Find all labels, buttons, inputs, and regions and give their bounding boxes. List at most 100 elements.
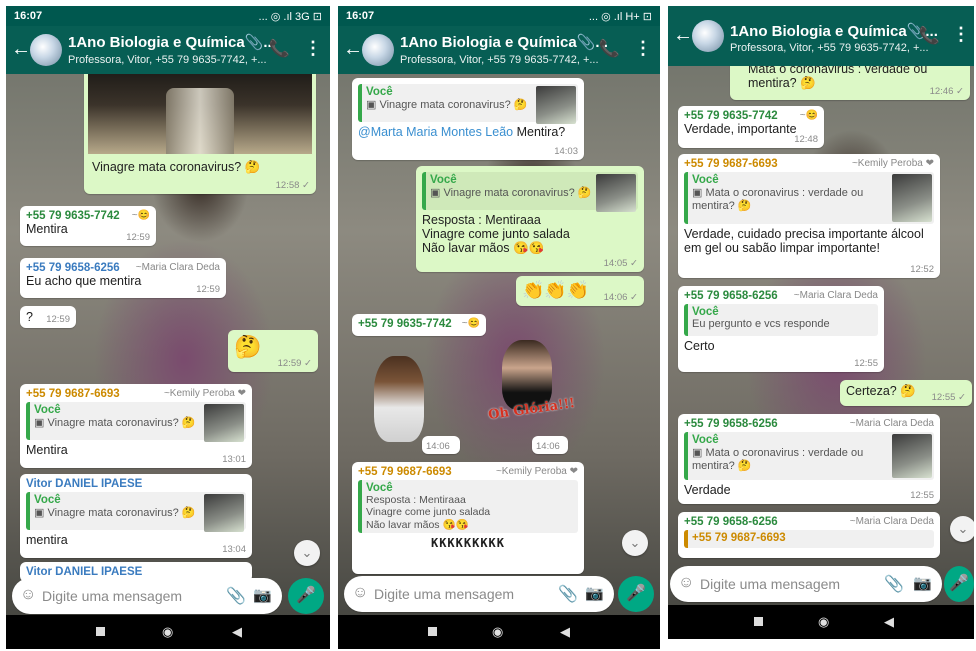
- emoji-icon[interactable]: ☺: [20, 586, 36, 604]
- group-title[interactable]: 1Ano Biologia e Química📎...: [68, 33, 276, 51]
- group-members: Professora, Vitor, +55 79 9635-7742, +..…: [730, 42, 929, 54]
- message-outgoing[interactable]: Certeza? 🤔 12:55 ✓: [840, 380, 972, 406]
- message-time: 13:04: [222, 544, 246, 555]
- quote-author: Você: [692, 306, 719, 318]
- message-reply[interactable]: +55 79 9687-6693 ~Kemily Peroba ❤ Você ▣…: [678, 154, 940, 278]
- message-photo[interactable]: [88, 74, 312, 154]
- quoted-message[interactable]: Você ▣ Vinagre mata coronavirus? 🤔: [26, 402, 246, 442]
- add-call-icon[interactable]: 📞: [599, 39, 620, 59]
- message-reply[interactable]: Você ▣ Vinagre mata coronavirus? 🤔 @Mart…: [352, 78, 584, 160]
- recents-icon[interactable]: [428, 627, 437, 636]
- quote-author: Você: [366, 482, 393, 494]
- message-input-bar[interactable]: ☺ Digite uma mensagem 📎 📷: [670, 566, 942, 602]
- add-call-icon[interactable]: 📞: [269, 39, 290, 59]
- sender-name[interactable]: Vitor DANIEL IPAESE: [26, 478, 246, 490]
- status-bar: 16:07 ... ◎ .ıl 3G ⊡: [6, 6, 330, 26]
- mic-button[interactable]: 🎤: [944, 566, 974, 602]
- quoted-message[interactable]: +55 79 9687-6693: [684, 530, 934, 548]
- mic-button[interactable]: 🎤: [618, 576, 654, 612]
- message-outgoing[interactable]: 👏👏👏 14:06 ✓: [516, 276, 644, 306]
- chat-area[interactable]: Mata o coronavirus : verdade ou mentira?…: [668, 66, 974, 615]
- quoted-message[interactable]: Você ▣ Vinagre mata coronavirus? 🤔: [422, 172, 638, 212]
- scroll-down-icon[interactable]: ⌄: [950, 516, 974, 542]
- message-time: 12:52: [910, 264, 934, 275]
- attach-icon[interactable]: 📎: [884, 574, 904, 594]
- add-call-icon[interactable]: 📞: [919, 26, 940, 46]
- emoji-icon[interactable]: ☺: [678, 574, 694, 592]
- mention-link[interactable]: @Marta Maria Montes Leão: [358, 125, 513, 139]
- more-options-icon[interactable]: ⋮: [952, 24, 970, 45]
- message-incoming[interactable]: +55 79 9635-7742 ~😊 Verdade, importante …: [678, 106, 824, 148]
- message-input-bar[interactable]: ☺ Digite uma mensagem 📎 📷: [12, 578, 282, 614]
- camera-icon[interactable]: 📷: [585, 584, 604, 602]
- sticker-oh-gloria[interactable]: Oh Glória!!!: [478, 330, 578, 440]
- message-reply[interactable]: Vitor DANIEL IPAESE Você ▣ Vinagre mata …: [20, 474, 252, 558]
- message-reply[interactable]: +55 79 9687-6693 ~Kemily Peroba ❤ Você R…: [352, 462, 584, 574]
- attach-icon[interactable]: 📎: [558, 584, 578, 604]
- sender-name[interactable]: +55 79 9635-7742: [684, 110, 818, 122]
- chat-area[interactable]: Vinagre mata coronavirus? 🤔 12:58 ✓ +55 …: [6, 74, 330, 615]
- message-time: 12:55 ✓: [931, 392, 966, 403]
- message-outgoing[interactable]: Vinagre mata coronavirus? 🤔 12:58 ✓: [84, 74, 316, 194]
- message-input[interactable]: Digite uma mensagem: [700, 576, 840, 592]
- message-outgoing[interactable]: Mata o coronavirus : verdade ou mentira?…: [730, 66, 970, 100]
- recents-icon[interactable]: [754, 617, 763, 626]
- quoted-message[interactable]: Você ▣ Vinagre mata coronavirus? 🤔: [358, 84, 578, 124]
- home-icon[interactable]: ◉: [818, 614, 829, 630]
- emoji-icon[interactable]: ☺: [352, 584, 368, 602]
- message-reply[interactable]: +55 79 9687-6693 ~Kemily Peroba ❤ Você ▣…: [20, 384, 252, 468]
- quoted-message[interactable]: Você ▣ Mata o coronavirus : verdade ou m…: [684, 432, 934, 480]
- sender-name[interactable]: Vitor DANIEL IPAESE: [26, 566, 246, 578]
- message-text: 👏👏👏: [522, 280, 590, 300]
- more-options-icon[interactable]: ⋮: [304, 38, 322, 59]
- message-outgoing[interactable]: 🤔 12:59 ✓: [228, 330, 318, 372]
- recents-icon[interactable]: [96, 627, 105, 636]
- phone-screenshot-1: 16:07 ... ◎ .ıl 3G ⊡ ← 1Ano Biologia e Q…: [6, 6, 330, 649]
- quoted-message[interactable]: Você ▣ Vinagre mata coronavirus? 🤔: [26, 492, 246, 532]
- back-icon[interactable]: ◀: [560, 624, 570, 640]
- message-outgoing[interactable]: Você ▣ Vinagre mata coronavirus? 🤔 Respo…: [416, 166, 644, 272]
- quote-thumbnail: [892, 434, 932, 478]
- camera-icon[interactable]: 📷: [253, 586, 272, 604]
- message-incoming[interactable]: +55 79 9635-7742 ~😊: [352, 314, 486, 336]
- message-input-bar[interactable]: ☺ Digite uma mensagem 📎 📷: [344, 576, 614, 612]
- group-title[interactable]: 1Ano Biologia e Química📎...: [400, 33, 608, 51]
- attach-icon[interactable]: 📎: [226, 586, 246, 606]
- message-incoming[interactable]: +55 79 9658-6256 ~Maria Clara Deda Eu ac…: [20, 258, 226, 298]
- home-icon[interactable]: ◉: [492, 624, 503, 640]
- sticker-time-badge: 14:06: [422, 436, 460, 454]
- message-text: Certo: [684, 339, 715, 353]
- status-bar: 16:07 ... ◎ .ıl H+ ⊡: [338, 6, 660, 26]
- back-arrow-icon[interactable]: ←: [673, 24, 693, 47]
- group-avatar[interactable]: [362, 34, 394, 66]
- back-icon[interactable]: ◀: [232, 624, 242, 640]
- group-title[interactable]: 1Ano Biologia e Química📎...: [730, 22, 938, 40]
- message-reply[interactable]: +55 79 9658-6256 ~Maria Clara Deda +55 7…: [678, 512, 940, 558]
- chat-area[interactable]: Você ▣ Vinagre mata coronavirus? 🤔 @Mart…: [338, 74, 660, 615]
- message-input[interactable]: Digite uma mensagem: [374, 586, 514, 602]
- mic-button[interactable]: 🎤: [288, 578, 324, 614]
- scroll-down-icon[interactable]: ⌄: [622, 530, 648, 556]
- back-arrow-icon[interactable]: ←: [343, 38, 363, 61]
- sticker-woman[interactable]: [358, 340, 438, 446]
- message-incoming[interactable]: +55 79 9635-7742 ~😊 Mentira 12:59: [20, 206, 156, 246]
- message-reply[interactable]: +55 79 9658-6256 ~Maria Clara Deda Você …: [678, 414, 940, 504]
- message-reply[interactable]: +55 79 9658-6256 ~Maria Clara Deda Você …: [678, 286, 884, 372]
- back-arrow-icon[interactable]: ←: [11, 38, 31, 61]
- quote-author: +55 79 9687-6693: [692, 532, 786, 544]
- back-icon[interactable]: ◀: [884, 614, 894, 630]
- more-options-icon[interactable]: ⋮: [634, 38, 652, 59]
- quoted-message[interactable]: Você ▣ Mata o coronavirus : verdade ou m…: [684, 172, 934, 224]
- group-avatar[interactable]: [30, 34, 62, 66]
- android-nav-bar: ◉ ◀: [6, 615, 330, 649]
- camera-icon[interactable]: 📷: [913, 574, 932, 592]
- message-time: 14:06: [536, 441, 560, 452]
- sender-alias: ~😊: [131, 210, 150, 221]
- scroll-down-icon[interactable]: ⌄: [294, 540, 320, 566]
- message-input[interactable]: Digite uma mensagem: [42, 588, 182, 604]
- quoted-message[interactable]: Você Eu pergunto e vcs responde: [684, 304, 878, 336]
- home-icon[interactable]: ◉: [162, 624, 173, 640]
- group-avatar[interactable]: [692, 20, 724, 52]
- quoted-message[interactable]: Você Resposta : Mentiraaa Vinagre come j…: [358, 480, 578, 533]
- message-incoming[interactable]: ? 12:59: [20, 306, 76, 328]
